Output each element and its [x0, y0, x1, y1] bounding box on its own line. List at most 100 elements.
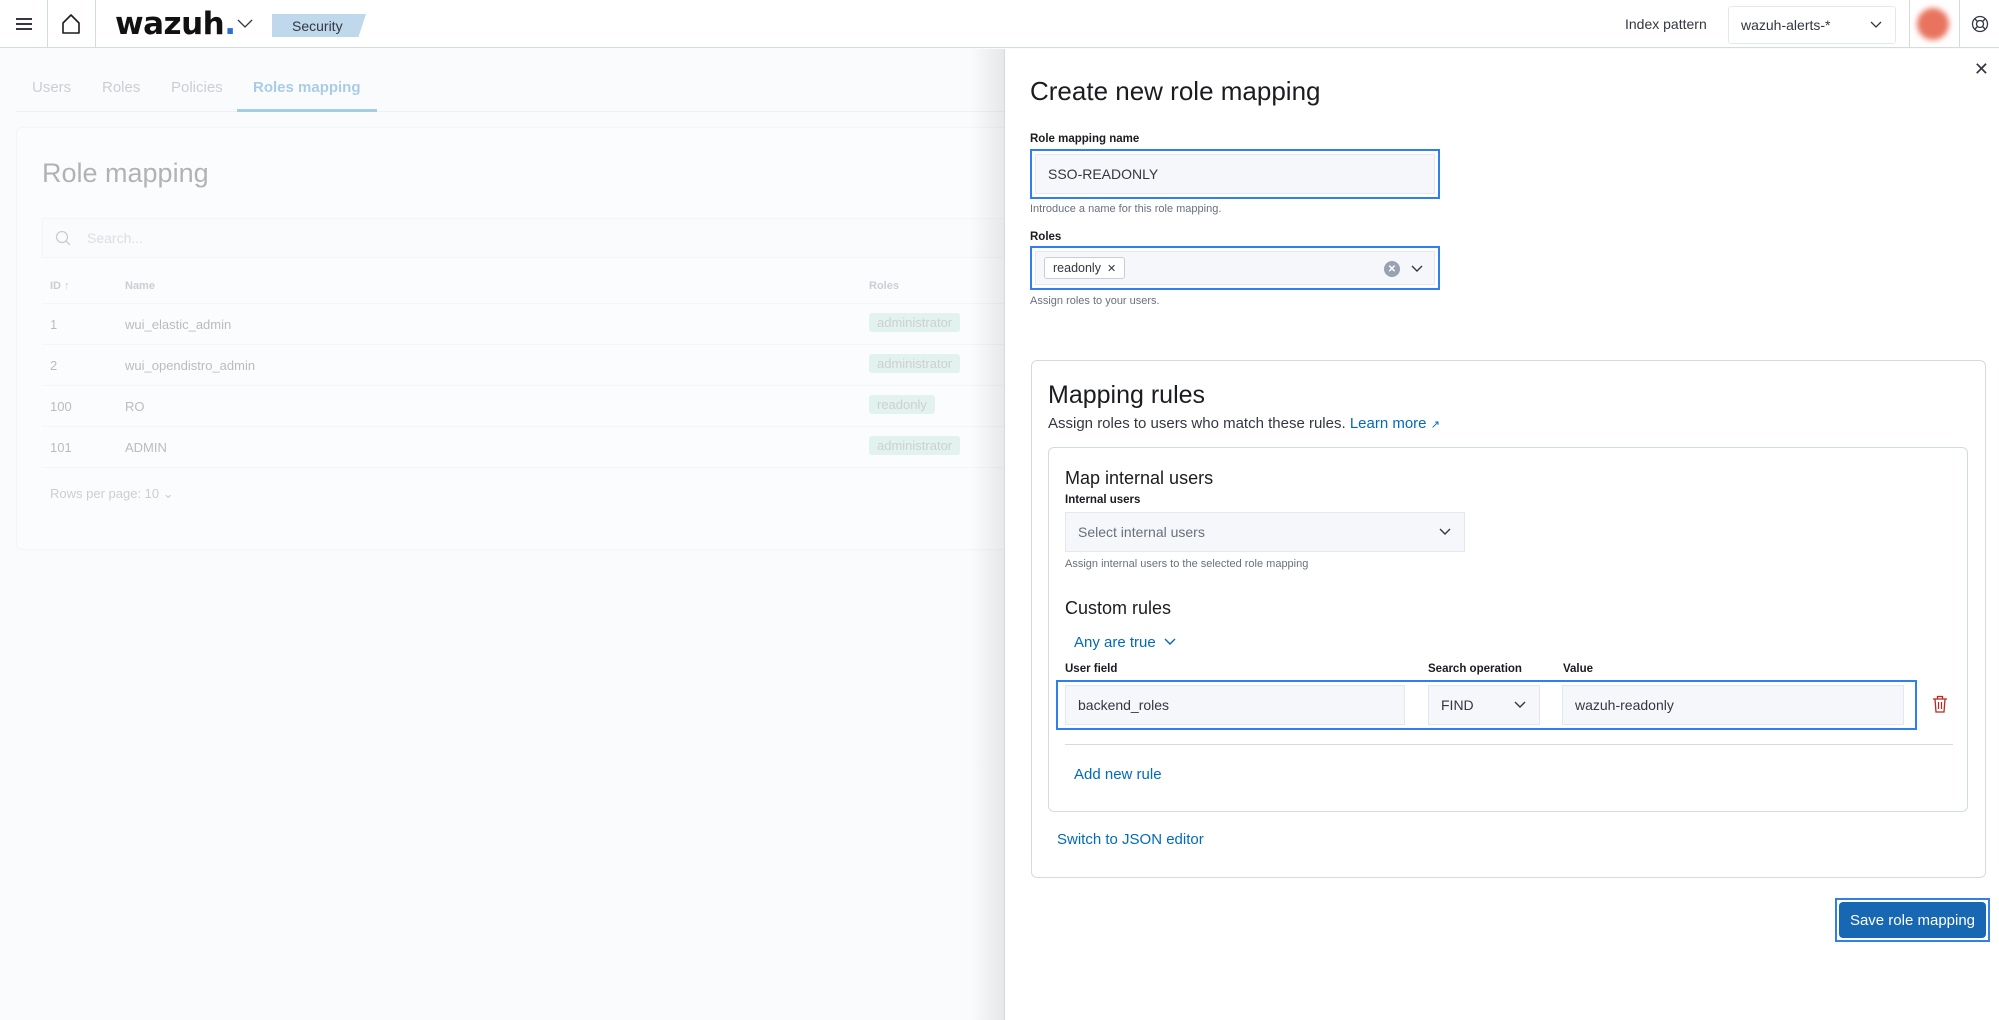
page-title: Role mapping — [42, 158, 209, 188]
tab-users[interactable]: Users — [32, 79, 71, 112]
table-header: ID ↑ Name Roles — [42, 271, 1102, 304]
avatar[interactable] — [1917, 8, 1949, 40]
clear-roles-icon[interactable]: ✕ — [1384, 261, 1400, 277]
tab-roles-mapping[interactable]: Roles mapping — [237, 79, 377, 112]
external-link-icon: ↗ — [1430, 419, 1440, 431]
table-row[interactable]: 101 ADMIN administrator — [42, 427, 1102, 468]
map-internal-users-title: Map internal users — [1065, 468, 1214, 488]
learn-more-link[interactable]: Learn more ↗ — [1350, 415, 1440, 432]
chevron-down-icon — [1439, 528, 1451, 535]
role-pill-readonly: readonly ✕ — [1044, 257, 1126, 279]
roles-label: Roles — [1030, 231, 1062, 243]
divider — [47, 0, 48, 48]
row-id: 100 — [50, 399, 72, 414]
flyout-title: Create new role mapping — [1030, 76, 1321, 106]
security-tabs: Users Roles Policies Roles mapping — [16, 79, 1004, 112]
divider — [1909, 0, 1910, 48]
row-name: ADMIN — [125, 440, 167, 455]
logo-dot: . — [224, 6, 236, 42]
remove-role-icon[interactable]: ✕ — [1107, 262, 1116, 275]
role-badge: administrator — [869, 313, 961, 332]
role-badge: administrator — [869, 354, 961, 373]
search-placeholder: Search... — [87, 230, 144, 246]
app-menu-toggle[interactable] — [235, 0, 255, 48]
internal-users-select[interactable]: Select internal users — [1065, 512, 1465, 552]
role-badge: readonly — [869, 395, 935, 414]
table-row[interactable]: 100 RO readonly — [42, 386, 1102, 427]
create-role-mapping-flyout: ✕ Create new role mapping Role mapping n… — [1004, 49, 1999, 1020]
add-new-rule-button[interactable]: Add new rule — [1074, 766, 1162, 783]
chevron-down-icon — [1164, 638, 1176, 645]
role-mapping-name-help: Introduce a name for this role mapping. — [1030, 203, 1222, 215]
trash-icon — [1933, 695, 1947, 713]
rows-per-page[interactable]: Rows per page: 10 ⌄ — [50, 486, 174, 502]
internal-users-label: Internal users — [1065, 494, 1141, 506]
chevron-down-icon — [237, 19, 253, 28]
tab-policies[interactable]: Policies — [171, 79, 223, 112]
help-button[interactable] — [1968, 0, 1992, 48]
divider — [95, 0, 96, 48]
home-button[interactable] — [55, 0, 87, 48]
value-label: Value — [1563, 663, 1594, 675]
chevron-down-icon[interactable] — [1410, 263, 1424, 275]
role-mapping-table: ID ↑ Name Roles 1 wui_elastic_admin admini… — [42, 271, 1102, 468]
rows-per-page-label: Rows per page: 10 — [50, 486, 160, 501]
hamburger-icon — [16, 18, 32, 30]
mapping-rules-description: Assign roles to users who match these ru… — [1048, 415, 1346, 432]
role-badge: administrator — [869, 436, 961, 455]
table-row[interactable]: 1 wui_elastic_admin administrator — [42, 304, 1102, 345]
rules-inner-panel: Map internal users Internal users Select… — [1048, 447, 1968, 812]
search-operation-label: Search operation — [1428, 663, 1522, 675]
learn-more-label: Learn more — [1349, 415, 1427, 432]
menu-button[interactable] — [10, 0, 38, 48]
wazuh-logo[interactable]: wazuh. — [115, 6, 236, 42]
role-mapping-card: Role mapping Search... ID ↑ Name Roles 1… — [16, 127, 1116, 550]
row-name: wui_elastic_admin — [125, 317, 232, 332]
internal-users-placeholder: Select internal users — [1078, 524, 1205, 540]
search-input[interactable]: Search... — [42, 218, 1102, 258]
row-id: 2 — [50, 358, 58, 373]
home-icon — [62, 14, 80, 34]
mapping-rules-title: Mapping rules — [1048, 381, 1206, 409]
index-pattern-select[interactable]: wazuh-alerts-* — [1728, 6, 1896, 44]
help-lifebuoy-icon — [1971, 15, 1989, 33]
row-name: RO — [125, 399, 145, 414]
rules-operator-label: Any are true — [1074, 634, 1156, 651]
row-name: wui_opendistro_admin — [125, 358, 256, 373]
switch-json-editor-button[interactable]: Switch to JSON editor — [1057, 831, 1204, 848]
role-mapping-name-label: Role mapping name — [1030, 133, 1140, 145]
role-mapping-name-input[interactable]: SSO-READONLY — [1035, 154, 1435, 194]
background-page: Users Roles Policies Roles mapping Role … — [0, 49, 1116, 1020]
tab-roles[interactable]: Roles — [102, 79, 140, 112]
roles-combobox[interactable]: readonly ✕ ✕ — [1035, 251, 1435, 285]
column-id[interactable]: ID ↑ — [50, 280, 70, 292]
save-button-focus: Save role mapping — [1835, 898, 1990, 942]
table-row[interactable]: 2 wui_opendistro_admin administrator — [42, 345, 1102, 386]
rules-operator-dropdown[interactable]: Any are true — [1074, 634, 1176, 651]
search-operation-select[interactable]: FIND — [1428, 685, 1540, 725]
column-id-label: ID — [50, 280, 61, 292]
delete-rule-button[interactable] — [1932, 695, 1948, 718]
role-mapping-name-focus: SSO-READONLY — [1030, 149, 1440, 199]
row-id: 1 — [50, 317, 58, 332]
chevron-down-icon — [1514, 701, 1526, 708]
column-name[interactable]: Name — [125, 280, 155, 292]
user-field-input[interactable]: backend_roles — [1065, 685, 1405, 725]
divider — [1959, 0, 1960, 48]
roles-combobox-focus: readonly ✕ ✕ — [1030, 246, 1440, 290]
custom-rules-title: Custom rules — [1065, 598, 1172, 618]
value-input[interactable]: wazuh-readonly — [1562, 685, 1904, 725]
user-field-label: User field — [1065, 663, 1118, 675]
role-pill-label: readonly — [1053, 261, 1101, 275]
column-roles: Roles — [869, 280, 899, 292]
rules-divider — [1065, 744, 1953, 745]
flyout-shadow — [970, 49, 1004, 1020]
save-role-mapping-button[interactable]: Save role mapping — [1839, 902, 1986, 938]
close-button[interactable]: ✕ — [1974, 59, 1989, 80]
mapping-rules-panel: Mapping rules Assign roles to users who … — [1031, 360, 1986, 878]
roles-help: Assign roles to your users. — [1030, 295, 1160, 307]
breadcrumb-security[interactable]: Security — [272, 14, 366, 37]
search-icon — [55, 230, 71, 246]
internal-users-help: Assign internal users to the selected ro… — [1065, 558, 1309, 570]
search-operation-value: FIND — [1441, 697, 1474, 713]
